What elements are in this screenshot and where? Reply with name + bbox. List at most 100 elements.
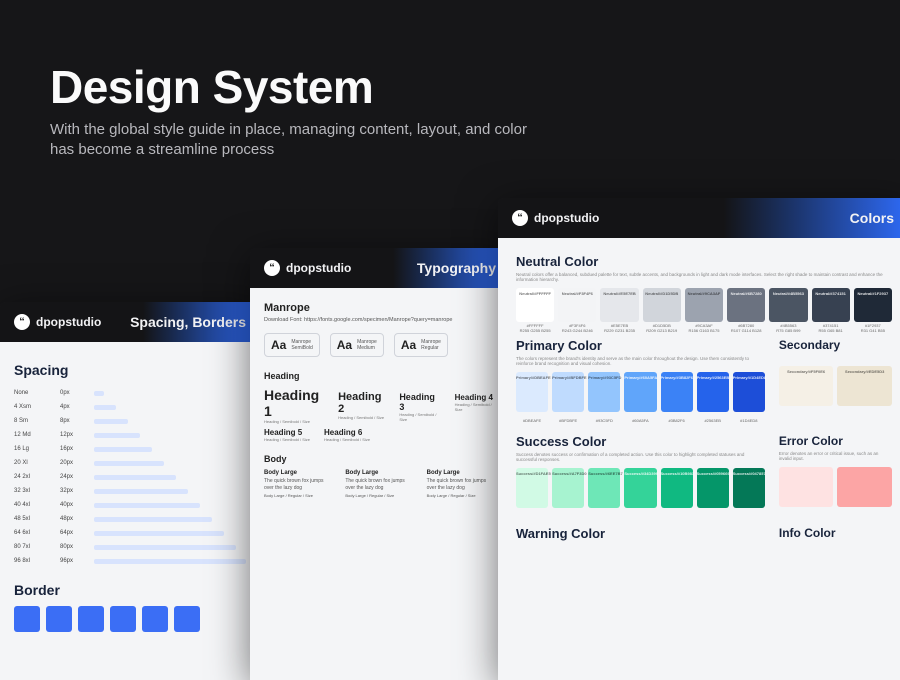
brand-name: dpopstudio: [534, 211, 599, 225]
error-section: Error Color Error denotes an error or cr…: [779, 434, 892, 508]
font-name: Manrope: [264, 302, 496, 314]
success-heading: Success Color: [516, 434, 765, 449]
spacing-px: 96px: [60, 558, 86, 564]
section-heading-border: Border: [14, 582, 246, 598]
swatch-label: Neutral/#1F2937: [854, 291, 892, 296]
swatch-label: Success/#6EE7B7: [588, 471, 620, 476]
swatch-label: Primary/#DBEAFE: [516, 375, 548, 380]
spacing-name: 48 5xl: [14, 516, 52, 522]
card-header: “ dpopstudio Spacing, Borders: [0, 302, 260, 342]
sample-aa: Aa: [401, 338, 416, 352]
neutral-heading: Neutral Color: [516, 254, 892, 269]
swatch-hex: #3B82F6: [661, 419, 693, 424]
warning-heading: Warning Color: [516, 526, 765, 541]
color-swatch: Neutral/#374151#374151R55 G65 B81: [812, 288, 850, 322]
spacing-row: 16 Lg 16px: [14, 442, 246, 456]
primary-desc: The colors represent the brand's identit…: [516, 356, 765, 366]
color-swatch: Success/#A7F3D0: [552, 468, 584, 508]
spacing-bar: [94, 545, 236, 550]
spacing-bar: [94, 531, 224, 536]
swatch-label: Neutral/#6B7280: [727, 291, 765, 296]
swatch-hex: #BFDBFE: [552, 419, 584, 424]
info-heading: Info Color: [779, 526, 892, 540]
font-sample: Aa ManropeSemiBold: [264, 333, 320, 357]
quote-icon: “: [264, 260, 280, 276]
spacing-bar: [94, 447, 152, 452]
border-swatch: [14, 606, 40, 632]
brand: “ dpopstudio: [14, 314, 101, 330]
brand: “ dpopstudio: [264, 260, 351, 276]
spacing-row: None 0px: [14, 386, 246, 400]
swatch-hex: #1F2937R31 G41 B55: [854, 324, 892, 334]
body-caption: Body Large / Regular / Size: [345, 493, 414, 498]
border-swatch: [174, 606, 200, 632]
color-swatch: Primary/#60A5FA#60A5FA: [624, 372, 656, 412]
card-body: Neutral Color Neutral colors offer a bal…: [498, 238, 900, 680]
body-label: Body: [264, 454, 496, 464]
swatch-label: Neutral/#9CA3AF: [685, 291, 723, 296]
font-sample: Aa ManropeRegular: [394, 333, 448, 357]
body-sample-text: The quick brown fox jumps over the lazy …: [345, 478, 414, 491]
spacing-row: 64 6xl 64px: [14, 526, 246, 540]
spacing-name: 16 Lg: [14, 446, 52, 452]
spacing-name: None: [14, 390, 52, 396]
swatch-label: Success/#059669: [697, 471, 729, 476]
sample-meta: ManropeRegular: [421, 339, 441, 351]
swatch-label: Success/#A7F3D0: [552, 471, 584, 476]
spacing-px: 8px: [60, 418, 86, 424]
color-swatch: [779, 467, 834, 507]
color-swatch: Neutral/#6B7280#6B7280R107 G114 B128: [727, 288, 765, 322]
spacing-px: 40px: [60, 502, 86, 508]
color-swatch: Success/#D1FAE5: [516, 468, 548, 508]
body-variant-name: Body Large: [264, 470, 333, 476]
body-sample-text: The quick brown fox jumps over the lazy …: [427, 478, 496, 491]
spacing-bar: [94, 419, 128, 424]
primary-swatches: Primary/#DBEAFE#DBEAFEPrimary/#BFDBFE#BF…: [516, 372, 765, 412]
secondary-section: Secondary Secondary/#F5F0E6Secondary/#ED…: [779, 338, 892, 426]
section-heading-spacing: Spacing: [14, 362, 246, 378]
neutral-section: Neutral Color Neutral colors offer a bal…: [516, 254, 892, 322]
page-subtitle: With the global style guide in place, ma…: [50, 120, 530, 161]
swatch-hex: #DBEAFE: [516, 419, 548, 424]
heading-caption: Heading / Semibold / Size: [455, 402, 496, 412]
swatch-hex: #374151R55 G65 B81: [812, 324, 850, 334]
body-caption: Body Large / Regular / Size: [427, 493, 496, 498]
body-variant: Body Large The quick brown fox jumps ove…: [264, 470, 333, 500]
color-swatch: Secondary/#EDE5D3: [837, 366, 892, 406]
brand-name: dpopstudio: [36, 315, 101, 329]
success-desc: Success denotes success or confirmation …: [516, 452, 765, 462]
color-swatch: Neutral/#4B5563#4B5563R75 G85 B99: [769, 288, 807, 322]
spacing-row: 8 Sm 8px: [14, 414, 246, 428]
border-swatch: [46, 606, 72, 632]
card-title: Colors: [850, 210, 894, 226]
spacing-row: 96 8xl 96px: [14, 554, 246, 568]
border-swatch: [110, 606, 136, 632]
error-swatches: [779, 467, 892, 507]
swatch-label: Neutral/#F3F4F6: [558, 291, 596, 296]
body-caption: Body Large / Regular / Size: [264, 493, 333, 498]
color-swatch: Primary/#BFDBFE#BFDBFE: [552, 372, 584, 412]
spacing-px: 16px: [60, 446, 86, 452]
heading-caption: Heading / Semibold / Size: [324, 437, 370, 442]
spacing-name: 80 7xl: [14, 544, 52, 550]
spacing-bar: [94, 475, 176, 480]
color-swatch: Primary/#DBEAFE#DBEAFE: [516, 372, 548, 412]
swatch-hex: #E5E7EBR229 G231 B235: [600, 324, 638, 334]
font-download-link[interactable]: Download Font: https://fonts.google.com/…: [264, 317, 496, 323]
swatch-hex: #6B7280R107 G114 B128: [727, 324, 765, 334]
spacing-bar: [94, 405, 116, 410]
card-title: Spacing, Borders: [130, 314, 246, 330]
secondary-desc: [779, 355, 892, 360]
sample-meta: ManropeMedium: [357, 339, 377, 351]
quote-icon: “: [14, 314, 30, 330]
secondary-swatches: Secondary/#F5F0E6Secondary/#EDE5D3: [779, 366, 892, 406]
spacing-name: 4 Xsm: [14, 404, 52, 410]
spacing-px: 12px: [60, 432, 86, 438]
spacing-name: 96 8xl: [14, 558, 52, 564]
spacing-bar: [94, 433, 140, 438]
color-swatch: [837, 467, 892, 507]
card-header: “ dpopstudio Typography: [250, 248, 510, 288]
card-colors: “ dpopstudio Colors Neutral Color Neutra…: [498, 198, 900, 680]
color-swatch: Neutral/#9CA3AF#9CA3AFR156 G163 B175: [685, 288, 723, 322]
body-variant-name: Body Large: [345, 470, 414, 476]
